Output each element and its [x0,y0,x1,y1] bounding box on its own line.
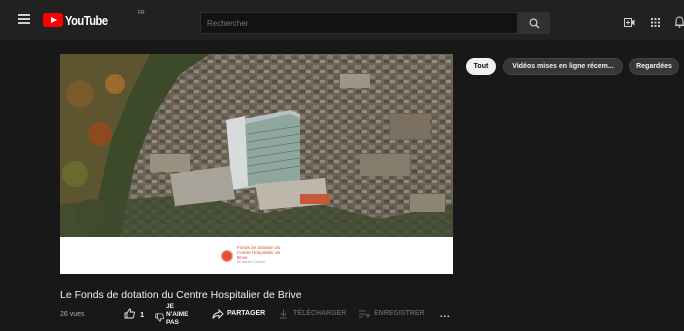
save-button[interactable]: ENREGISTRER [374,310,425,317]
logo-text: YouTube [65,12,108,28]
thumbs-down-icon[interactable] [155,313,164,322]
search-box [200,12,518,34]
view-count: 26 vues [60,311,85,318]
youtube-play-icon [43,13,63,27]
like-count[interactable]: 1 [140,310,144,319]
chip-watched[interactable]: Regardées [629,58,679,75]
foundation-logo-mark [221,249,233,262]
logo-country-code: FR [138,10,145,16]
chip-recently-uploaded[interactable]: Vidéos mises en ligne récem... [503,58,623,75]
download-icon[interactable] [279,309,288,319]
search-input[interactable] [201,13,517,33]
hamburger-menu-icon[interactable] [18,14,30,24]
share-icon[interactable] [212,309,224,319]
foundation-logo-text: Fonds de dotation du Centre Hospitalier … [237,245,280,265]
search-icon [529,18,540,29]
more-actions-icon[interactable]: ... [440,309,451,319]
add-to-playlist-icon[interactable] [359,310,371,318]
notifications-bell-icon[interactable] [675,16,684,28]
thumbs-up-icon[interactable] [124,308,135,319]
video-title: Le Fonds de dotation du Centre Hospitali… [60,289,302,301]
download-button[interactable]: TÉLÉCHARGER [293,310,346,317]
masthead: YouTube FR [0,0,684,40]
video-player[interactable]: Fonds de dotation du Centre Hospitalier … [60,54,453,274]
chip-all[interactable]: Tout [466,58,496,75]
foundation-logo-line4: Bri-santé Corrèze [237,260,266,265]
youtube-logo[interactable]: YouTube FR [43,10,145,28]
create-video-icon[interactable] [624,18,635,27]
search-button[interactable] [518,12,550,34]
foundation-logo: Fonds de dotation du Centre Hospitalier … [221,245,280,265]
video-thumbnail-image [60,54,453,237]
dislike-label[interactable]: JE N'AIME PAS [166,303,196,327]
share-button[interactable]: PARTAGER [227,310,265,317]
apps-grid-icon[interactable] [651,18,660,27]
